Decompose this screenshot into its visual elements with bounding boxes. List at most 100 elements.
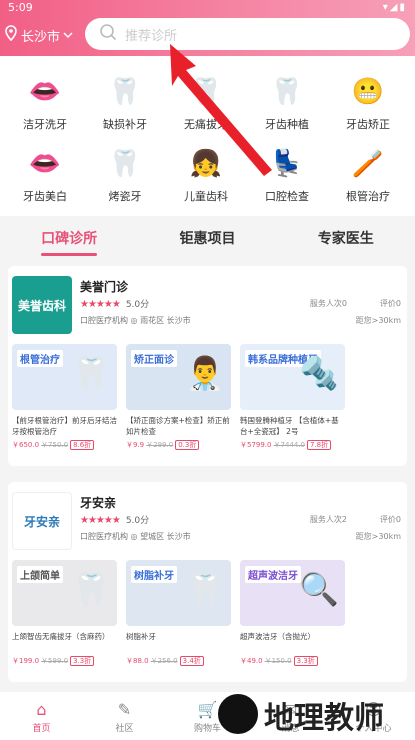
- discount-badge: 3.3折: [70, 656, 95, 666]
- product-old-price: ￥256.0: [150, 657, 178, 665]
- search-icon: [99, 23, 117, 45]
- status-icons: ▾◢▮: [382, 2, 407, 13]
- product-title: 树脂补牙: [126, 632, 156, 641]
- category-item[interactable]: 😬 牙齿矫正: [328, 72, 408, 132]
- product-price: ￥650.0: [12, 441, 40, 449]
- whitening-icon: 👄: [28, 149, 62, 179]
- product-card[interactable]: 根管治疗 🦷 【前牙根管治疗】前牙后牙结洁牙按根管治疗 ￥650.0 ￥750.0 8…: [12, 344, 117, 450]
- tab-clinics[interactable]: 口碑诊所: [0, 228, 138, 256]
- home-icon: ⌂: [36, 700, 47, 719]
- distance: 距您>30km: [355, 316, 401, 325]
- product-tag: 根管治疗: [17, 350, 63, 367]
- tab-doctors[interactable]: 专家医生: [277, 228, 415, 248]
- product-image: 矫正面诊 👨‍⚕️: [126, 344, 231, 410]
- product-old-price: ￥150.0: [264, 657, 292, 665]
- cleaning-icon: 👄: [28, 77, 62, 107]
- product-tag: 树脂补牙: [131, 566, 177, 583]
- tab-deals[interactable]: 钜惠项目: [138, 228, 276, 248]
- product-title: 超声波洁牙（含抛光）: [240, 632, 315, 641]
- category-label: 缺损补牙: [103, 118, 147, 131]
- magnifier-icon: 🔍: [299, 570, 339, 608]
- product-image: 上颌简单 🦷: [12, 560, 117, 626]
- review-count: 评价0: [379, 515, 401, 524]
- clinic-card[interactable]: 美誉齿科 美誉门诊 ★★★★★ 5.0分 口腔医疗机构 ◎ 雨花区 长沙市 服务人…: [8, 266, 407, 466]
- nav-home[interactable]: ⌂ 首页: [0, 692, 83, 740]
- product-tag: 上颌简单: [17, 566, 63, 583]
- product-price: ￥88.0: [126, 657, 149, 665]
- discount-badge: 7.8折: [307, 440, 332, 450]
- product-price: ￥5799.0: [240, 441, 272, 449]
- product-price-row: ￥49.0 ￥150.0 3.3折: [240, 656, 345, 666]
- category-item[interactable]: 🦷 烤瓷牙: [85, 144, 165, 204]
- category-label: 口腔检查: [265, 190, 309, 203]
- clinic-card[interactable]: 牙安亲 牙安亲 ★★★★★ 5.0分 口腔医疗机构 ◎ 望城区 长沙市 服务人次2…: [8, 482, 407, 682]
- discount-badge: 3.3折: [293, 656, 318, 666]
- product-image: 根管治疗 🦷: [12, 344, 117, 410]
- product-image: 树脂补牙 🦷: [126, 560, 231, 626]
- clinic-type-location: 口腔医疗机构 ◎ 望城区 长沙市: [80, 532, 191, 541]
- category-label: 牙齿矫正: [346, 118, 390, 131]
- category-item[interactable]: 👄 牙齿美白: [5, 144, 85, 204]
- product-card[interactable]: 超声波洁牙 🔍 超声波洁牙（含抛光） ￥49.0 ￥150.0 3.3折: [240, 560, 345, 666]
- implant-icon: 🔩: [299, 354, 339, 392]
- product-card[interactable]: 树脂补牙 🦷 树脂补牙 ￥88.0 ￥256.0 3.4折: [126, 560, 231, 666]
- nav-label: 首页: [32, 724, 51, 734]
- rating-score: 5.0分: [125, 516, 150, 526]
- product-price: ￥49.0: [240, 657, 263, 665]
- rating-stars: ★★★★★ 5.0分: [80, 299, 150, 310]
- category-item[interactable]: 👄 洁牙洗牙: [5, 72, 85, 132]
- product-image: 超声波洁牙 🔍: [240, 560, 345, 626]
- clinic-name: 美誉门诊: [80, 280, 129, 294]
- distance: 距您>30km: [355, 532, 401, 541]
- product-title: 【前牙根管治疗】前牙后牙结洁牙按根管治疗: [12, 416, 117, 436]
- review-count: 评价0: [379, 299, 401, 308]
- clinic-logo: 美誉齿科: [12, 276, 72, 334]
- product-price-row: ￥199.0 ￥599.0 3.3折: [12, 656, 117, 666]
- product-card[interactable]: 上颌简单 🦷 上颌智齿无痛拔牙（含麻药） ￥199.0 ￥599.0 3.3折: [12, 560, 117, 666]
- chevron-down-icon: [63, 28, 73, 43]
- watermark-text: 地理教师: [264, 701, 384, 736]
- location-pin-icon: [4, 25, 18, 45]
- category-label: 根管治疗: [346, 190, 390, 203]
- city-selector[interactable]: 长沙市: [4, 25, 73, 45]
- product-title: 【矫正面诊方案+检查】矫正前如片检查: [126, 416, 230, 436]
- product-price-row: ￥650.0 ￥750.0 8.6折: [12, 440, 117, 450]
- tooth-icon: 🦷: [108, 77, 142, 107]
- category-label: 儿童齿科: [184, 190, 228, 203]
- clinic-logo: 牙安亲: [12, 492, 72, 550]
- product-card[interactable]: 矫正面诊 👨‍⚕️ 【矫正面诊方案+检查】矫正前如片检查 ￥9.9 ￥299.0 0.…: [126, 344, 231, 450]
- discount-badge: 8.6折: [70, 440, 95, 450]
- status-time: 5:09: [8, 1, 33, 14]
- category-item[interactable]: 🪥 根管治疗: [328, 144, 408, 204]
- product-title: 韩国登腾种植牙 【含植体+基台+全瓷冠】 2号: [240, 416, 339, 436]
- product-price-row: ￥9.9 ￥299.0 0.3折: [126, 440, 231, 450]
- dental-tools-icon: 🪥: [351, 149, 385, 179]
- nav-community[interactable]: ✎ 社区: [83, 692, 166, 740]
- rating-score: 5.0分: [125, 300, 150, 310]
- product-price-row: ￥88.0 ￥256.0 3.4折: [126, 656, 231, 666]
- tooth-icon: 🦷: [71, 570, 111, 608]
- category-label: 洁牙洗牙: [23, 118, 67, 131]
- product-price: ￥9.9: [126, 441, 145, 449]
- product-title: 上颌智齿无痛拔牙（含麻药）: [12, 632, 110, 641]
- clinic-type-location: 口腔医疗机构 ◎ 雨花区 长沙市: [80, 316, 191, 325]
- service-count: 服务人次0: [309, 299, 347, 308]
- service-count: 服务人次2: [309, 515, 347, 524]
- product-old-price: ￥750.0: [41, 441, 69, 449]
- category-label: 烤瓷牙: [108, 190, 142, 203]
- product-tag: 矫正面诊: [131, 350, 177, 367]
- product-tag: 超声波洁牙: [245, 566, 301, 583]
- product-price: ￥199.0: [12, 657, 40, 665]
- discount-badge: 3.4折: [179, 656, 204, 666]
- nav-label: 社区: [115, 724, 134, 734]
- globe-logo-icon: [216, 692, 260, 736]
- crown-icon: 🦷: [108, 149, 142, 179]
- category-item[interactable]: 🦷 缺损补牙: [85, 72, 165, 132]
- category-label: 牙齿美白: [23, 190, 67, 203]
- city-label: 长沙市: [21, 29, 61, 45]
- annotation-arrow: [170, 44, 272, 176]
- rating-stars: ★★★★★ 5.0分: [80, 515, 150, 526]
- product-card[interactable]: 韩系品牌种植牙 🔩 韩国登腾种植牙 【含植体+基台+全瓷冠】 2号 ￥5799.0…: [240, 344, 345, 450]
- edit-icon: ✎: [117, 700, 132, 719]
- tooth-icon: 🦷: [71, 354, 111, 392]
